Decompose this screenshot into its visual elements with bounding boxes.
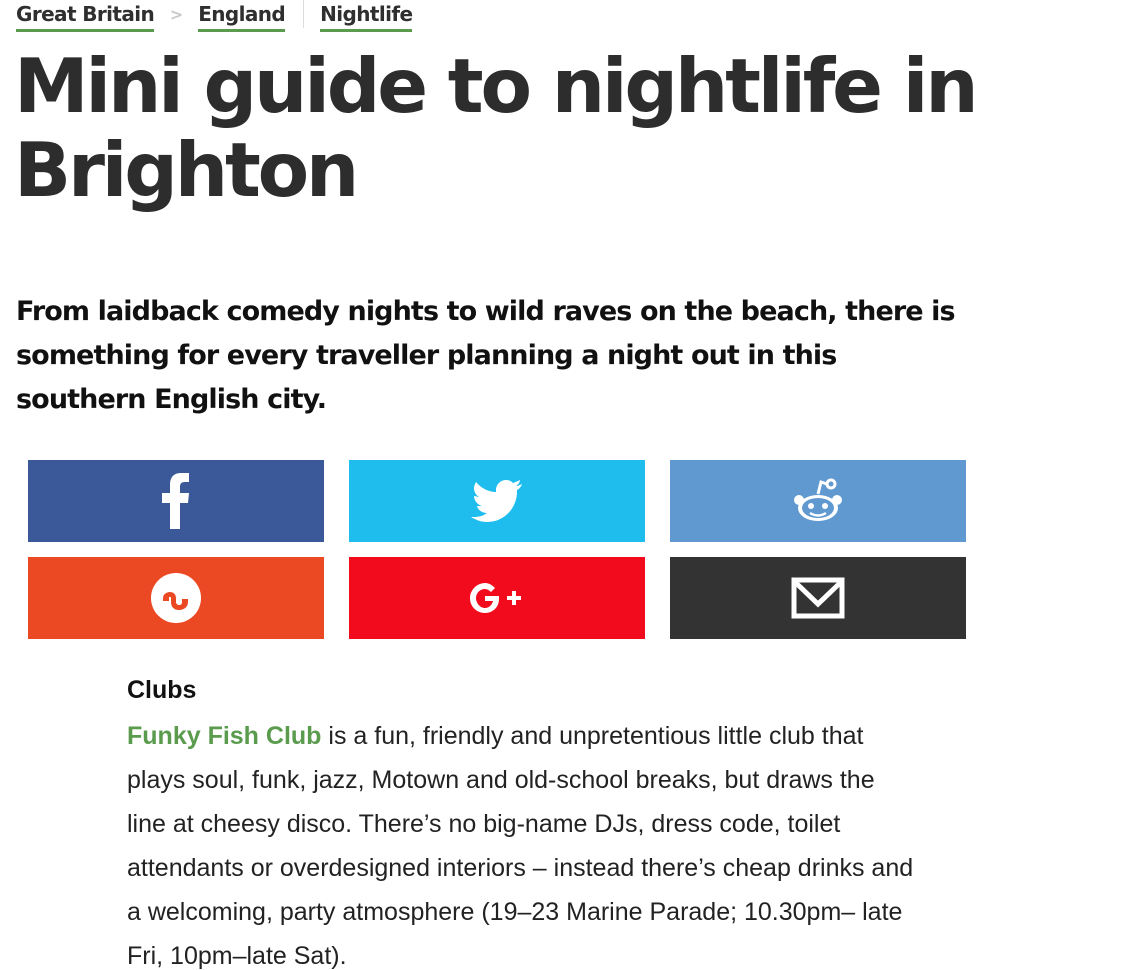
- facebook-icon: [162, 473, 190, 529]
- breadcrumb-item-england[interactable]: England: [198, 0, 286, 32]
- section-heading-clubs: Clubs: [127, 676, 197, 704]
- share-buttons: [28, 460, 966, 640]
- stumbleupon-icon: [150, 572, 202, 624]
- share-twitter-button[interactable]: [349, 460, 645, 542]
- share-reddit-button[interactable]: [670, 460, 966, 542]
- reddit-icon: [791, 478, 845, 524]
- share-facebook-button[interactable]: [28, 460, 324, 542]
- share-email-button[interactable]: [670, 557, 966, 639]
- article-body: Clubs Funky Fish Club is a fun, friendly…: [127, 672, 927, 970]
- funky-fish-club-link[interactable]: Funky Fish Club: [127, 722, 321, 750]
- twitter-icon: [471, 479, 523, 523]
- share-google-plus-button[interactable]: [349, 557, 645, 639]
- email-icon: [791, 577, 845, 619]
- paragraph-text: is a fun, friendly and unpretentious lit…: [127, 722, 914, 970]
- breadcrumb-separator: >: [169, 5, 183, 24]
- share-stumbleupon-button[interactable]: [28, 557, 324, 639]
- breadcrumb-divider: [303, 0, 305, 28]
- breadcrumb-item-nightlife[interactable]: Nightlife: [320, 0, 413, 32]
- breadcrumb-item-great-britain[interactable]: Great Britain: [16, 0, 155, 32]
- article-standfirst: From laidback comedy nights to wild rave…: [16, 296, 956, 415]
- breadcrumb: Great Britain > England Nightlife: [16, 0, 413, 34]
- page-title: Mini guide to nightlife in Brighton: [14, 42, 979, 214]
- google-plus-icon: [468, 581, 526, 615]
- article-paragraph: Funky Fish Club is a fun, friendly and u…: [127, 714, 917, 970]
